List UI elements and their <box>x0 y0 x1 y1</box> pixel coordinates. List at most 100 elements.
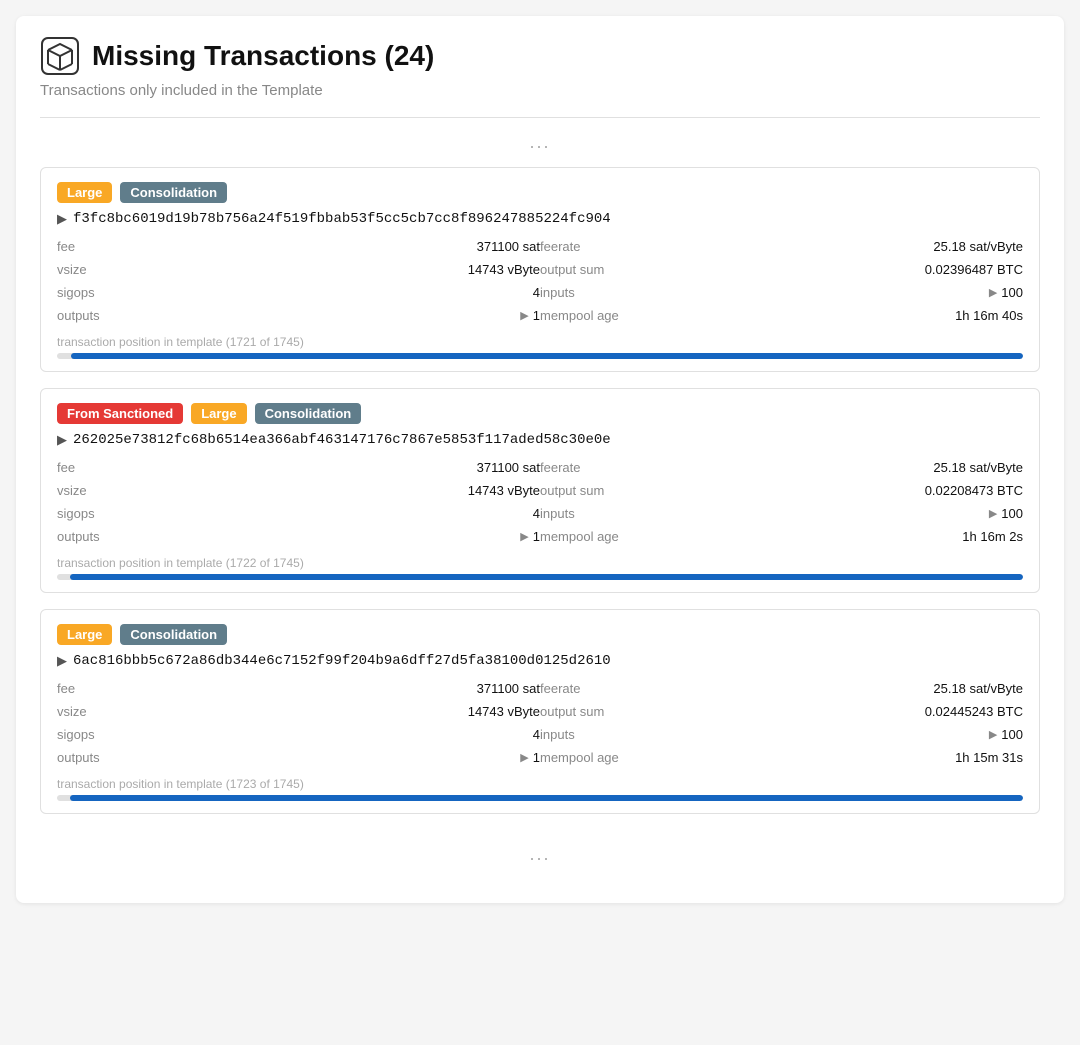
transaction-card-2: From SanctionedLargeConsolidation▶262025… <box>40 388 1040 593</box>
tx-field-row-right-0-1: feerate 25.18 sat/vByte <box>540 237 1023 256</box>
tx-field-value-left-1-1: 14743 vByte <box>468 262 540 277</box>
tx-field-row-left-1-2: vsize 14743 vByte <box>57 481 540 500</box>
tx-field-row-right-0-3: feerate25.18 sat/vByte <box>540 679 1023 698</box>
progress-bar-fill-2 <box>70 574 1023 580</box>
tx-col-left-1: fee 371100 sat vsize 14743 vByte sigops 4 outp… <box>57 237 540 325</box>
tx-field-row-left-0-1: fee 371100 sat <box>57 237 540 256</box>
tx-field-label-left-2-3: sigops <box>57 727 137 742</box>
tx-field-row-left-3-3: outputs ▶ 1 <box>57 748 540 767</box>
tx-fields-1: fee371100 satvsize14743 vBytesigops4outp… <box>57 237 1023 325</box>
tx-hash-row-2[interactable]: ▶ 262025e73812fc68b6514ea366abf463147176c… <box>57 432 1023 448</box>
tx-field-label-left-0-2: fee <box>57 460 137 475</box>
tx-field-row-right-3-2: mempool age1h 16m 2s <box>540 527 1023 546</box>
arrow-icon-right-2-1: ▶ <box>989 286 997 299</box>
tx-field-value-left-2-1: 4 <box>533 285 540 300</box>
tx-field-value-right-2-1: 100 <box>1001 285 1023 300</box>
tx-field-label-left-0-1: fee <box>57 239 137 254</box>
arrow-icon-right-2-2: ▶ <box>989 507 997 520</box>
tx-field-row-right-1-1: output sum 0.02396487 BTC <box>540 260 1023 279</box>
progress-bar-bg-3 <box>57 795 1023 801</box>
tx-field-row-left-1-1: vsize 14743 vByte <box>57 260 540 279</box>
tx-field-value-right-3-2: 1h 16m 2s <box>962 529 1023 544</box>
expand-icon-1[interactable]: ▶ <box>57 211 67 227</box>
tx-field-label-left-1-1: vsize <box>57 262 137 277</box>
tx-field-label-right-0-1: feerate <box>540 239 620 254</box>
expand-icon-2[interactable]: ▶ <box>57 432 67 448</box>
tx-field-row-right-1-3: output sum0.02445243 BTC <box>540 702 1023 721</box>
progress-bar-fill-1 <box>71 353 1023 359</box>
tx-field-row-right-0-2: feerate25.18 sat/vByte <box>540 458 1023 477</box>
badge-row-1: LargeConsolidation <box>57 182 1023 203</box>
tx-hash-row-1[interactable]: ▶f3fc8bc6019d19b78b756a24f519fbbab53f5cc… <box>57 211 1023 227</box>
tx-field-label-right-2-1: inputs <box>540 285 620 300</box>
progress-label-2: transaction position in template (1722 o… <box>57 556 1023 570</box>
tx-col-right-3: feerate25.18 sat/vByte output sum0.024452… <box>540 679 1023 767</box>
arrow-icon-left-3-1: ▶ <box>520 309 528 322</box>
tx-field-label-left-2-2: sigops <box>57 506 137 521</box>
page-header: Missing Transactions (24) <box>40 36 1040 76</box>
tx-field-label-left-2-1: sigops <box>57 285 137 300</box>
tx-field-row-left-3-1: outputs ▶ 1 <box>57 306 540 325</box>
arrow-icon-left-3-3: ▶ <box>520 751 528 764</box>
tx-field-row-right-2-1: inputs ▶ 100 <box>540 283 1023 302</box>
transaction-card-3: Large Consolidation ▶ 6ac816bbb5c672a86db34… <box>40 609 1040 814</box>
badge-consolidation-1: Consolidation <box>120 182 227 203</box>
tx-field-label-right-3-1: mempool age <box>540 308 620 323</box>
tx-field-value-right-1-1: 0.02396487 BTC <box>925 262 1023 277</box>
tx-hash-row-3[interactable]: ▶ 6ac816bbb5c672a86db344e6c7152f99f204b9a… <box>57 653 1023 669</box>
tx-field-value-left-0-3: 371100 sat <box>477 681 540 696</box>
tx-col-left-2: fee371100 satvsize14743 vBytesigops4outp… <box>57 458 540 546</box>
tx-field-value-right-2-3: 100 <box>1001 727 1023 742</box>
progress-bar-bg-2 <box>57 574 1023 580</box>
progress-row-3: transaction position in template (1723 o… <box>57 777 1023 801</box>
transaction-card-1: LargeConsolidation ▶f3fc8bc6019d19b78b756… <box>40 167 1040 372</box>
tx-field-value-left-1-2: 14743 vByte <box>468 483 540 498</box>
progress-label-3: transaction position in template (1723 o… <box>57 777 1023 791</box>
tx-field-value-arrow-right-2-3: ▶ 100 <box>989 727 1023 742</box>
tx-field-row-right-1-2: output sum0.02208473 BTC <box>540 481 1023 500</box>
tx-hash-3: 6ac816bbb5c672a86db344e6c7152f99f204b9a6… <box>73 653 611 669</box>
tx-field-row-left-2-3: sigops 4 <box>57 725 540 744</box>
tx-field-value-right-0-1: 25.18 sat/vByte <box>933 239 1023 254</box>
tx-field-value-right-3-3: 1h 15m 31s <box>955 750 1023 765</box>
expand-icon-3[interactable]: ▶ <box>57 653 67 669</box>
tx-field-value-arrow-left-3-2: ▶1 <box>520 529 540 544</box>
tx-field-value-right-0-3: 25.18 sat/vByte <box>933 681 1023 696</box>
tx-field-value-left-2-3: 4 <box>533 727 540 742</box>
tx-col-right-1: feerate 25.18 sat/vByte output sum 0.023964… <box>540 237 1023 325</box>
tx-field-label-right-1-3: output sum <box>540 704 620 719</box>
tx-field-label-left-1-2: vsize <box>57 483 137 498</box>
tx-field-value-right-2-2: 100 <box>1001 506 1023 521</box>
tx-field-label-right-2-2: inputs <box>540 506 620 521</box>
tx-field-value-left-3-3: 1 <box>533 750 540 765</box>
tx-field-value-left-0-1: 371100 sat <box>477 239 540 254</box>
transactions-container: LargeConsolidation▶f3fc8bc6019d19b78b756… <box>40 167 1040 814</box>
tx-col-left-3: fee 371100 sat vsize14743 vByte sigops 4 outp… <box>57 679 540 767</box>
badge-large-3: Large <box>57 624 112 645</box>
tx-field-row-left-1-3: vsize14743 vByte <box>57 702 540 721</box>
tx-field-label-left-3-1: outputs <box>57 308 137 323</box>
badge-large-2: Large <box>191 403 246 424</box>
tx-field-value-left-3-1: 1 <box>533 308 540 323</box>
tx-fields-3: fee371100 satvsize14743 vBytesigops4outp… <box>57 679 1023 767</box>
top-ellipsis: ... <box>40 117 1040 167</box>
tx-field-row-left-0-3: fee 371100 sat <box>57 679 540 698</box>
badge-consolidation-2: Consolidation <box>255 403 362 424</box>
tx-fields-2: fee371100 satvsize14743 vBytesigops4outp… <box>57 458 1023 546</box>
tx-field-label-left-0-3: fee <box>57 681 137 696</box>
tx-field-label-right-2-3: inputs <box>540 727 620 742</box>
tx-field-value-right-3-1: 1h 16m 40s <box>955 308 1023 323</box>
badge-consolidation-3: Consolidation <box>120 624 227 645</box>
tx-field-label-left-3-3: outputs <box>57 750 137 765</box>
tx-field-row-right-3-1: mempool age 1h 16m 40s <box>540 306 1023 325</box>
tx-field-row-left-2-1: sigops 4 <box>57 283 540 302</box>
tx-field-label-right-0-2: feerate <box>540 460 620 475</box>
tx-field-label-left-3-2: outputs <box>57 529 137 544</box>
tx-field-label-right-3-3: mempool age <box>540 750 620 765</box>
arrow-icon-right-2-3: ▶ <box>989 728 997 741</box>
tx-hash-2: 262025e73812fc68b6514ea366abf463147176c7… <box>73 432 611 448</box>
tx-field-value-arrow-right-2-1: ▶ 100 <box>989 285 1023 300</box>
progress-bar-bg-1 <box>57 353 1023 359</box>
tx-field-row-right-3-3: mempool age 1h 15m 31s <box>540 748 1023 767</box>
tx-field-label-right-1-1: output sum <box>540 262 620 277</box>
